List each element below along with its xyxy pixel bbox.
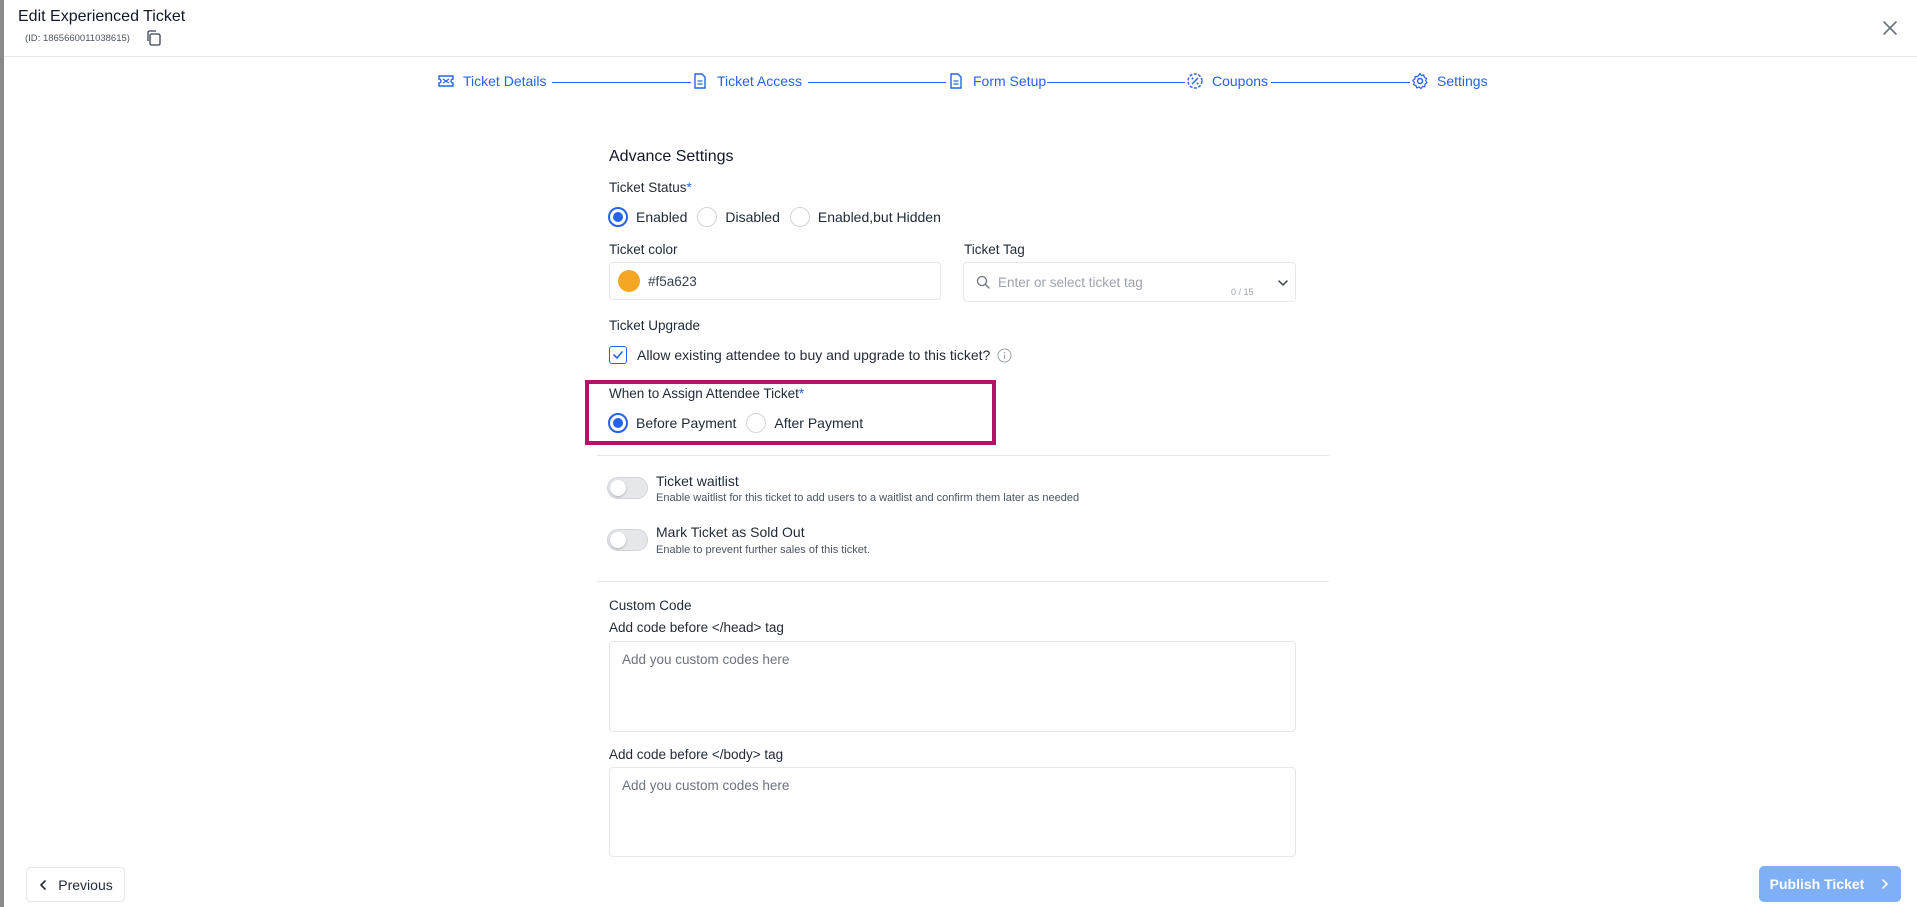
ticket-tag-select[interactable]: Enter or select ticket tag 0 / 15 <box>963 262 1296 302</box>
status-hidden-option[interactable]: Enabled,but Hidden <box>789 207 941 227</box>
ticket-status-radio-group: Enabled Disabled Enabled,but Hidden <box>608 207 951 227</box>
step-form-setup[interactable]: Form Setup <box>947 72 1046 90</box>
status-enabled-option[interactable]: Enabled <box>608 207 687 227</box>
upgrade-checkbox[interactable] <box>609 346 627 364</box>
step-label: Coupons <box>1212 73 1269 89</box>
ticket-tag-placeholder: Enter or select ticket tag <box>998 275 1143 290</box>
sold-out-toggle[interactable] <box>607 529 648 551</box>
close-icon[interactable] <box>1880 18 1900 38</box>
copy-icon[interactable] <box>145 29 163 47</box>
ticket-upgrade-label: Ticket Upgrade <box>609 318 701 333</box>
radio-button[interactable] <box>608 413 628 433</box>
section-title: Advance Settings <box>609 148 734 165</box>
body-code-textarea[interactable] <box>609 767 1296 857</box>
assign-ticket-label: When to Assign Attendee Ticket* <box>609 386 805 401</box>
radio-button[interactable] <box>608 207 628 227</box>
sold-out-title: Mark Ticket as Sold Out <box>656 524 805 540</box>
stepper-connector <box>552 82 691 83</box>
ticket-icon <box>438 75 454 87</box>
stepper-connector <box>1047 82 1185 83</box>
document-icon <box>694 73 706 89</box>
step-label: Form Setup <box>973 73 1047 89</box>
window-left-edge <box>0 0 4 907</box>
coupon-icon <box>1187 73 1203 89</box>
custom-code-title: Custom Code <box>609 598 692 613</box>
status-disabled-option[interactable]: Disabled <box>697 207 780 227</box>
chevron-left-icon <box>40 879 47 890</box>
ticket-id: (ID: 1865660011038615) <box>25 33 130 44</box>
ticket-tag-label: Ticket Tag <box>964 242 1025 257</box>
previous-button[interactable]: Previous <box>26 867 125 902</box>
step-label: Settings <box>1437 73 1488 89</box>
search-icon <box>976 275 990 289</box>
step-label: Ticket Access <box>717 73 803 89</box>
chevron-right-icon <box>1882 879 1889 889</box>
assign-ticket-radio-group: Before Payment After Payment <box>608 413 873 433</box>
head-code-label: Add code before </head> tag <box>609 620 784 635</box>
check-icon <box>613 351 623 360</box>
radio-button[interactable] <box>746 413 767 433</box>
modal-header: Edit Experienced Ticket (ID: 18656600110… <box>4 0 1917 57</box>
before-payment-option[interactable]: Before Payment <box>608 413 736 433</box>
step-ticket-access[interactable]: Ticket Access <box>691 72 802 90</box>
waitlist-title: Ticket waitlist <box>656 473 739 489</box>
waitlist-description: Enable waitlist for this ticket to add u… <box>656 492 1080 504</box>
color-swatch[interactable] <box>618 270 640 292</box>
sold-out-description: Enable to prevent further sales of this … <box>656 544 871 556</box>
radio-button[interactable] <box>697 207 718 227</box>
radio-button[interactable] <box>789 207 810 227</box>
info-icon[interactable] <box>997 348 1012 363</box>
document-icon <box>950 73 962 89</box>
upgrade-checkbox-label: Allow existing attendee to buy and upgra… <box>637 347 991 363</box>
stepper-connector <box>808 82 946 83</box>
divider <box>597 455 1329 456</box>
gear-icon <box>1412 72 1428 90</box>
divider <box>597 581 1329 582</box>
head-code-textarea[interactable] <box>609 641 1296 732</box>
stepper-connector <box>1271 82 1410 83</box>
publish-ticket-button[interactable]: Publish Ticket <box>1759 866 1901 902</box>
page-title: Edit Experienced Ticket <box>18 8 186 25</box>
ticket-upgrade-row: Allow existing attendee to buy and upgra… <box>609 346 1012 364</box>
step-ticket-details[interactable]: Ticket Details <box>437 72 547 90</box>
ticket-color-label: Ticket color <box>609 242 678 257</box>
chevron-down-icon[interactable] <box>1277 277 1289 289</box>
after-payment-option[interactable]: After Payment <box>746 413 863 433</box>
step-settings[interactable]: Settings <box>1411 72 1488 90</box>
step-coupons[interactable]: Coupons <box>1186 72 1268 90</box>
step-label: Ticket Details <box>463 73 547 89</box>
waitlist-toggle[interactable] <box>607 477 648 499</box>
ticket-tag-counter: 0 / 15 <box>1231 287 1254 297</box>
ticket-status-label: Ticket Status* <box>609 180 692 195</box>
ticket-color-input[interactable]: #f5a623 <box>609 262 941 300</box>
body-code-label: Add code before </body> tag <box>609 747 784 762</box>
